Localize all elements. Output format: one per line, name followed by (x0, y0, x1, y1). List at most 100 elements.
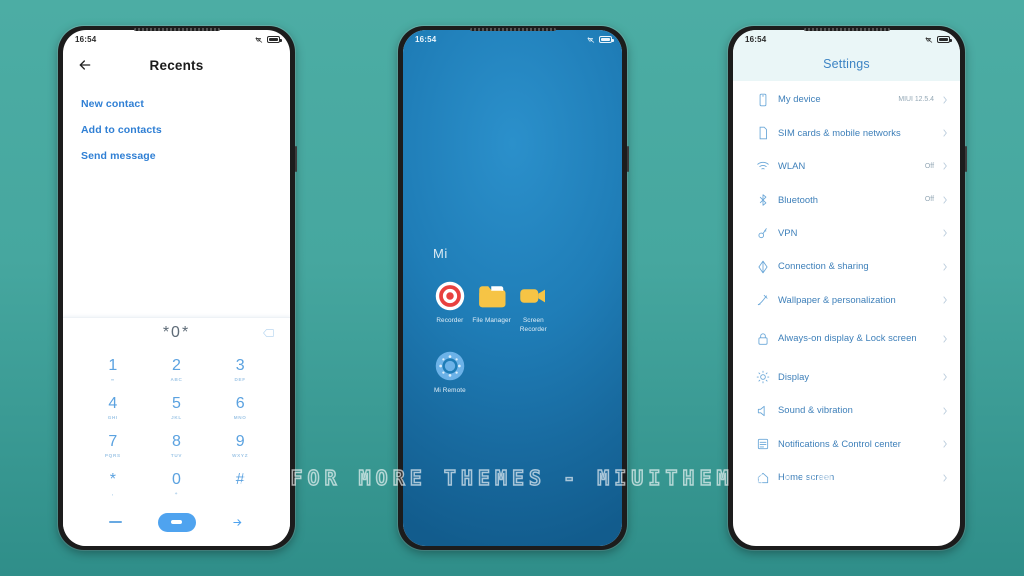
status-time: 16:54 (415, 35, 437, 44)
key-digit: * (109, 470, 116, 488)
key-9[interactable]: 9 WXYZ (208, 428, 272, 464)
chevron-right-icon (943, 129, 947, 137)
settings-label: Bluetooth (778, 193, 819, 205)
settings-row-always-on-display[interactable]: Always-on display & Lock screen (733, 317, 960, 361)
settings-value: MIUI 12.5.4 (898, 96, 934, 104)
phone2-screen: 16:54 Mi Recorder File Manager Screen Re… (403, 30, 622, 546)
status-icons (587, 36, 614, 44)
brightness-icon (756, 371, 770, 384)
dialpad-keys: 1 ∞ 2 ABC 3 DEF 4 GHI 5 JKL 6 MNO 7 PQRS 8 TUV 9… (63, 348, 290, 502)
dialer-app: 16:54 Recents New contact Add to contact… (63, 30, 290, 546)
vpn-key-icon (758, 228, 767, 239)
key-2[interactable]: 2 ABC (145, 352, 209, 388)
key-sublabel: GHI (107, 414, 118, 420)
dial-display: *0* (63, 318, 290, 348)
recorder-icon (435, 281, 465, 311)
app-label: Mi Remote (433, 386, 466, 394)
app-label: Recorder (436, 317, 464, 324)
mute-icon (587, 36, 595, 43)
mute-icon (925, 36, 933, 43)
key-7[interactable]: 7 PQRS (81, 428, 145, 464)
key-5[interactable]: 5 JKL (145, 390, 209, 426)
call-button[interactable] (146, 512, 207, 532)
settings-row-vpn[interactable]: VPN (733, 217, 960, 250)
settings-label: VPN (778, 226, 798, 238)
key-0[interactable]: 0 + (145, 466, 209, 502)
key-sublabel: ABC (170, 376, 183, 382)
settings-row-display[interactable]: Display (733, 361, 960, 394)
settings-row-home-screen[interactable]: Home screen (733, 461, 960, 494)
key-3[interactable]: 3 DEF (208, 352, 272, 388)
key-4[interactable]: 4 GHI (81, 390, 145, 426)
battery-icon (937, 36, 952, 43)
action-add-to-contacts[interactable]: Add to contacts (63, 117, 290, 143)
app-folder-mi: Mi Recorder File Manager Screen Recorder… (403, 246, 622, 395)
settings-row-connection-sharing[interactable]: Connection & sharing (733, 250, 960, 283)
forward-button[interactable] (207, 517, 268, 528)
status-bar: 16:54 (733, 30, 960, 47)
phone1-screen: 16:54 Recents New contact Add to contact… (63, 30, 290, 546)
key-digit: 3 (235, 356, 245, 374)
power-button[interactable] (627, 146, 629, 172)
action-send-message[interactable]: Send message (63, 143, 290, 169)
settings-value: Off (924, 196, 934, 204)
folder-title: Mi (433, 246, 448, 261)
key-1[interactable]: 1 ∞ (81, 352, 145, 388)
key-digit: 6 (235, 394, 245, 412)
battery-icon (267, 36, 282, 43)
app-mi-remote[interactable]: Mi Remote (429, 351, 471, 395)
app-recorder[interactable]: Recorder (429, 281, 471, 335)
power-button[interactable] (965, 146, 967, 172)
settings-label: Home screen (778, 471, 835, 483)
chevron-right-icon (943, 335, 947, 343)
settings-row-notifications[interactable]: Notifications & Control center (733, 428, 960, 461)
dialed-number: *0* (162, 324, 191, 341)
notifications-icon (757, 439, 769, 450)
app-file-manager[interactable]: File Manager (471, 281, 513, 335)
key-sublabel: + (174, 490, 179, 496)
power-button[interactable] (295, 146, 297, 172)
settings-row-bluetooth[interactable]: Bluetooth Off (733, 183, 960, 216)
settings-row-wlan[interactable]: WLAN Off (733, 150, 960, 183)
status-icons (255, 36, 282, 44)
status-time: 16:54 (745, 35, 767, 44)
status-bar: 16:54 (403, 30, 622, 47)
settings-row-wallpaper[interactable]: Wallpaper & personalization (733, 283, 960, 316)
home-screen: 16:54 Mi Recorder File Manager Screen Re… (403, 30, 622, 546)
settings-label: Wallpaper & personalization (778, 293, 896, 305)
settings-header: Settings (733, 47, 960, 81)
hide-keypad-button[interactable] (85, 521, 146, 523)
key-6[interactable]: 6 MNO (208, 390, 272, 426)
key-hash[interactable]: # (208, 466, 272, 502)
bluetooth-icon (759, 194, 767, 206)
app-slot-empty (554, 281, 596, 335)
key-sublabel: WXYZ (232, 452, 249, 458)
home-icon (757, 472, 769, 483)
key-sublabel: TUV (170, 452, 183, 458)
key-sublabel: JKL (171, 414, 182, 420)
arrow-right-icon (233, 518, 242, 526)
back-arrow-icon[interactable] (77, 57, 93, 73)
key-star[interactable]: *, (81, 466, 145, 502)
key-digit: 2 (172, 356, 181, 374)
device-icon (759, 93, 767, 106)
settings-label: Notifications & Control center (778, 437, 901, 449)
settings-row-sound[interactable]: Sound & vibration (733, 394, 960, 427)
phone3-screen: 16:54 Settings My device MIUI 12.5.4 SIM… (733, 30, 960, 546)
settings-value: Off (924, 162, 934, 170)
backspace-icon[interactable] (263, 329, 274, 338)
settings-row-sim-cards[interactable]: SIM cards & mobile networks (733, 116, 960, 149)
key-digit: # (235, 470, 245, 488)
sim-card-icon (759, 126, 767, 140)
key-digit: 9 (235, 432, 245, 450)
hide-keypad-icon (109, 521, 122, 523)
app-screen-recorder[interactable]: Screen Recorder (513, 281, 555, 335)
chevron-right-icon (943, 440, 947, 448)
key-digit: 0 (172, 470, 181, 488)
settings-label: WLAN (778, 160, 806, 172)
settings-row-my-device[interactable]: My device MIUI 12.5.4 (733, 83, 960, 116)
screen-recorder-icon (520, 289, 546, 303)
key-8[interactable]: 8 TUV (145, 428, 209, 464)
app-label: File Manager (472, 317, 511, 324)
action-new-contact[interactable]: New contact (63, 91, 290, 117)
